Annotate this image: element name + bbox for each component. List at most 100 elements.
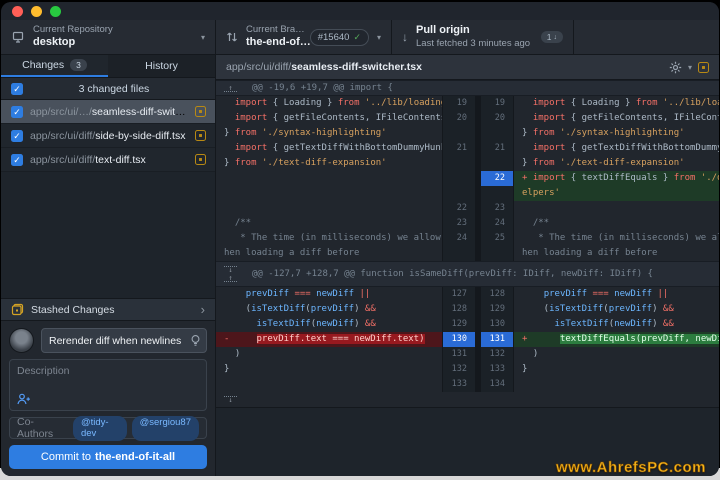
diff-code-left[interactable]: prevDiff === newDiff || [216, 287, 442, 302]
diff-line[interactable]: import { getFileContents, IFileContents 2… [216, 111, 719, 126]
diff-code-right[interactable]: hen loading a diff before [514, 246, 719, 261]
diff-code-left[interactable]: } from './text-diff-expansion' [216, 156, 442, 171]
line-number-left[interactable] [442, 126, 475, 141]
line-number-right[interactable]: 19 [481, 96, 514, 111]
pull-request-badge[interactable]: #15640 ✓ [309, 28, 369, 46]
line-number-left[interactable]: 22 [442, 201, 475, 216]
diff-line[interactable]: isTextDiff(newDiff) && 129 130 isTextDiff(… [216, 317, 719, 332]
diff-code-right[interactable]: * The time (in milliseconds) we allow w [514, 231, 719, 246]
coauthor-pill[interactable]: @sergiou87 [131, 415, 199, 441]
minimize-window-button[interactable] [31, 5, 42, 17]
diff-code-left[interactable]: import { getTextDiffWithBottomDummyHunk [216, 141, 442, 156]
line-number-left[interactable]: 23 [442, 216, 475, 231]
line-number-right[interactable]: 25 [481, 231, 514, 246]
diff-code-right[interactable]: + import { textDiffEquals } from './diff… [514, 171, 719, 186]
diff-line[interactable]: ) 131 132 ) [216, 347, 719, 362]
pull-origin-button[interactable]: ↓ Pull origin Last fetched 3 minutes ago… [392, 20, 574, 54]
line-number-left[interactable]: 20 [442, 111, 475, 126]
diff-line[interactable]: } 132 133} [216, 362, 719, 377]
file-row[interactable]: ✓ app/src/ui/diff/text-diff.tsx [1, 148, 215, 172]
line-number-left[interactable]: 130 [442, 332, 475, 347]
diff-code-right[interactable]: + textDiffEquals(prevDiff, newDiff)) [514, 332, 719, 347]
diff-line[interactable]: import { Loading } from '../lib/loading'… [216, 96, 719, 111]
diff-code-left[interactable] [216, 186, 442, 201]
expand-up-icon[interactable]: ↑ [224, 84, 237, 92]
tab-history[interactable]: History [108, 55, 215, 77]
line-number-left[interactable] [442, 156, 475, 171]
diff-code-right[interactable]: ) [514, 347, 719, 362]
line-number-left[interactable]: 127 [442, 287, 475, 302]
diff-code-right[interactable]: /** [514, 216, 719, 231]
line-number-left[interactable] [442, 246, 475, 261]
file-checkbox[interactable]: ✓ [11, 129, 23, 142]
expand-down-icon[interactable]: ↓ [224, 266, 237, 274]
diff-code-right[interactable] [514, 201, 719, 216]
line-number-right[interactable] [481, 246, 514, 261]
diff-code-left[interactable] [216, 171, 442, 186]
diff-code-right[interactable]: } from './syntax-highlighting' [514, 126, 719, 141]
line-number-right[interactable]: 133 [481, 362, 514, 377]
expand-down-icon[interactable]: ↓ [224, 396, 237, 404]
diff-code-left[interactable]: import { Loading } from '../lib/loading' [216, 96, 442, 111]
diff-code-right[interactable]: (isTextDiff(prevDiff) && [514, 302, 719, 317]
diff-code-left[interactable]: (isTextDiff(prevDiff) && [216, 302, 442, 317]
diff-code-left[interactable]: } from './syntax-highlighting' [216, 126, 442, 141]
line-number-right[interactable]: 21 [481, 141, 514, 156]
line-number-right[interactable]: 129 [481, 302, 514, 317]
diff-code-right[interactable]: import { getTextDiffWithBottomDummyHunk [514, 141, 719, 156]
coauthor-pill[interactable]: @tidy-dev [72, 415, 127, 441]
diff-code-left[interactable]: } [216, 362, 442, 377]
file-checkbox[interactable]: ✓ [11, 153, 23, 166]
diff-line[interactable]: - prevDiff.text === newDiff.text) 130 131 +… [216, 332, 719, 347]
line-number-right[interactable]: 130 [481, 317, 514, 332]
diff-code-right[interactable]: } from './text-diff-expansion' [514, 156, 719, 171]
diff-code-right[interactable]: } [514, 362, 719, 377]
file-checkbox[interactable]: ✓ [11, 105, 23, 118]
line-number-left[interactable]: 129 [442, 317, 475, 332]
select-all-checkbox[interactable]: ✓ [11, 82, 23, 95]
line-number-left[interactable]: 21 [442, 141, 475, 156]
diff-line[interactable]: } from './text-diff-expansion' } from './… [216, 156, 719, 171]
line-number-left[interactable]: 131 [442, 347, 475, 362]
current-branch-button[interactable]: Current Bra… the-end-of… #15640 ✓ ▾ [216, 20, 392, 54]
diff-line[interactable]: 22+ import { textDiffEquals } from './di… [216, 171, 719, 186]
diff-code-right[interactable] [514, 377, 719, 392]
diff-code-right[interactable]: elpers' [514, 186, 719, 201]
diff-code-right[interactable]: import { Loading } from '../lib/loading' [514, 96, 719, 111]
diff-code-right[interactable]: prevDiff === newDiff || [514, 287, 719, 302]
line-number-right[interactable] [481, 126, 514, 141]
line-number-right[interactable]: 20 [481, 111, 514, 126]
expand-up-icon[interactable]: ↑ [224, 275, 237, 282]
diff-line[interactable]: hen loading a diff before hen loading a d… [216, 246, 719, 261]
diff-code-left[interactable]: * The time (in milliseconds) we allow w [216, 231, 442, 246]
diff-code-left[interactable]: hen loading a diff before [216, 246, 442, 261]
commit-button[interactable]: Commit to the-end-of-it-all [9, 445, 207, 469]
line-number-left[interactable]: 132 [442, 362, 475, 377]
diff-line[interactable]: prevDiff === newDiff || 127 128 prevDiff =… [216, 287, 719, 302]
diff-code-left[interactable] [216, 377, 442, 392]
diff-code-left[interactable]: - prevDiff.text === newDiff.text) [216, 332, 442, 347]
diff-code-left[interactable] [216, 201, 442, 216]
diff-options-gear-icon[interactable] [669, 61, 682, 74]
commit-description-input[interactable]: Description [9, 359, 207, 411]
stashed-changes-row[interactable]: Stashed Changes › [1, 298, 215, 321]
tab-changes[interactable]: Changes 3 [1, 55, 108, 77]
line-number-left[interactable]: 24 [442, 231, 475, 246]
diff-line[interactable]: /** 23 24 /** [216, 216, 719, 231]
close-window-button[interactable] [12, 5, 23, 17]
line-number-right[interactable]: 128 [481, 287, 514, 302]
coauthors-row[interactable]: Co-Authors @tidy-dev @sergiou87 [9, 415, 207, 441]
diff-code-right[interactable]: import { getFileContents, IFileContents [514, 111, 719, 126]
diff-line[interactable]: * The time (in milliseconds) we allow w2… [216, 231, 719, 246]
line-number-right[interactable]: 132 [481, 347, 514, 362]
diff-line[interactable]: 133 134 [216, 377, 719, 392]
diff-line[interactable]: (isTextDiff(prevDiff) && 128 129 (isTextDi… [216, 302, 719, 317]
diff-code-right[interactable]: isTextDiff(newDiff) && [514, 317, 719, 332]
commit-summary-input[interactable] [41, 328, 207, 353]
diff-code-left[interactable]: /** [216, 216, 442, 231]
line-number-right[interactable] [481, 186, 514, 201]
line-number-right[interactable] [481, 156, 514, 171]
chevron-down-icon[interactable]: ▾ [688, 63, 692, 72]
file-row[interactable]: ✓ app/src/ui/diff/side-by-side-diff.tsx [1, 124, 215, 148]
lightbulb-icon[interactable] [190, 334, 201, 347]
